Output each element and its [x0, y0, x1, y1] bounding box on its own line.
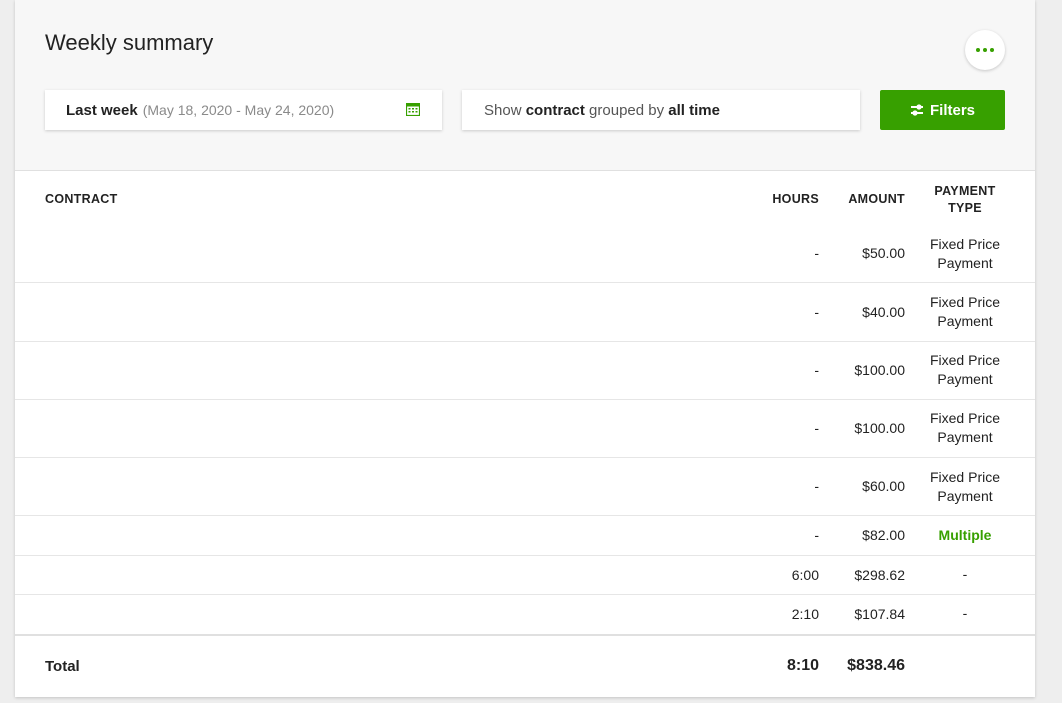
row-payment-type-multiple[interactable]: Multiple — [920, 526, 1010, 545]
row-payment-type: - — [920, 565, 1010, 584]
show-mid: grouped by — [584, 101, 669, 119]
row-hours: - — [814, 245, 819, 261]
table-row: 6:00 $298.62 - — [15, 556, 1035, 595]
more-options-button[interactable] — [965, 30, 1005, 70]
payment-type-line1: Fixed Price — [929, 294, 1001, 310]
total-label: Total — [45, 658, 80, 675]
row-hours: - — [814, 420, 819, 436]
row-payment-type: Fixed Price Payment — [920, 468, 1010, 506]
group-by-selector[interactable]: Show contract grouped by all time — [462, 90, 860, 130]
card-header: Weekly summary Last week (May 18, 2020 -… — [15, 0, 1035, 171]
col-header-payment-line2: TYPE — [948, 201, 982, 215]
payment-type-line2: Payment — [937, 255, 993, 271]
total-amount: $838.46 — [847, 657, 905, 674]
total-hours: 8:10 — [786, 657, 819, 674]
row-hours: - — [814, 478, 819, 494]
payment-type-line1: Fixed Price — [929, 469, 1001, 485]
row-amount: $40.00 — [862, 304, 905, 320]
row-payment-type: Fixed Price Payment — [920, 409, 1010, 447]
row-hours: 6:00 — [791, 567, 819, 583]
page-title: Weekly summary — [45, 30, 214, 55]
sliders-icon — [910, 104, 923, 116]
show-entity: contract — [525, 101, 585, 119]
row-hours: 2:10 — [791, 606, 819, 622]
payment-type-line1: Fixed Price — [929, 236, 1001, 252]
row-amount: $100.00 — [854, 362, 905, 378]
col-header-contract[interactable]: CONTRACT — [45, 192, 118, 206]
payment-type-line2: Payment — [937, 429, 993, 445]
col-header-hours[interactable]: HOURS — [772, 192, 819, 206]
total-row: Total 8:10 $838.46 — [15, 634, 1035, 697]
payment-type-line1: Multiple — [938, 527, 992, 543]
row-hours: - — [814, 362, 819, 378]
show-prefix: Show — [484, 101, 526, 119]
row-amount: $82.00 — [862, 527, 905, 543]
table-row: - $60.00 Fixed Price Payment — [15, 458, 1035, 516]
filters-button-label: Filters — [929, 101, 975, 119]
row-payment-type: - — [920, 604, 1010, 623]
payment-type-line1: - — [962, 566, 968, 582]
filters-button[interactable]: Filters — [880, 90, 1005, 130]
table-row: 2:10 $107.84 - — [15, 595, 1035, 634]
payment-type-line1: - — [962, 605, 968, 621]
row-payment-type: Fixed Price Payment — [920, 293, 1010, 331]
date-range-dates: (May 18, 2020 - May 24, 2020) — [142, 102, 335, 118]
row-hours: - — [814, 527, 819, 543]
calendar-icon[interactable] — [406, 103, 420, 116]
table-row: - $40.00 Fixed Price Payment — [15, 283, 1035, 342]
payment-type-line2: Payment — [937, 488, 993, 504]
table-row: - $100.00 Fixed Price Payment — [15, 342, 1035, 400]
row-hours: - — [814, 304, 819, 320]
row-amount: $60.00 — [862, 478, 905, 494]
payment-type-line1: Fixed Price — [929, 352, 1001, 368]
weekly-summary-card: Weekly summary Last week (May 18, 2020 -… — [15, 0, 1035, 697]
col-header-payment-line1: PAYMENT — [934, 184, 996, 198]
row-amount: $298.62 — [854, 567, 905, 583]
row-amount: $50.00 — [862, 245, 905, 261]
payment-type-line2: Payment — [937, 371, 993, 387]
more-dots-icon — [976, 48, 994, 52]
col-header-payment-type[interactable]: PAYMENT TYPE — [920, 183, 1010, 217]
row-payment-type: Fixed Price Payment — [920, 351, 1010, 389]
row-payment-type: Fixed Price Payment — [920, 235, 1010, 273]
payment-type-line2: Payment — [937, 313, 993, 329]
row-amount: $100.00 — [854, 420, 905, 436]
show-group: all time — [668, 101, 720, 119]
table-row: - $100.00 Fixed Price Payment — [15, 400, 1035, 458]
date-range-label: Last week — [66, 101, 138, 119]
row-amount: $107.84 — [854, 606, 905, 622]
payment-type-line1: Fixed Price — [929, 410, 1001, 426]
table-row: - $50.00 Fixed Price Payment — [15, 225, 1035, 283]
date-range-selector[interactable]: Last week (May 18, 2020 - May 24, 2020) — [45, 90, 442, 130]
table-row: - $82.00 Multiple — [15, 516, 1035, 556]
col-header-amount[interactable]: AMOUNT — [848, 192, 905, 206]
